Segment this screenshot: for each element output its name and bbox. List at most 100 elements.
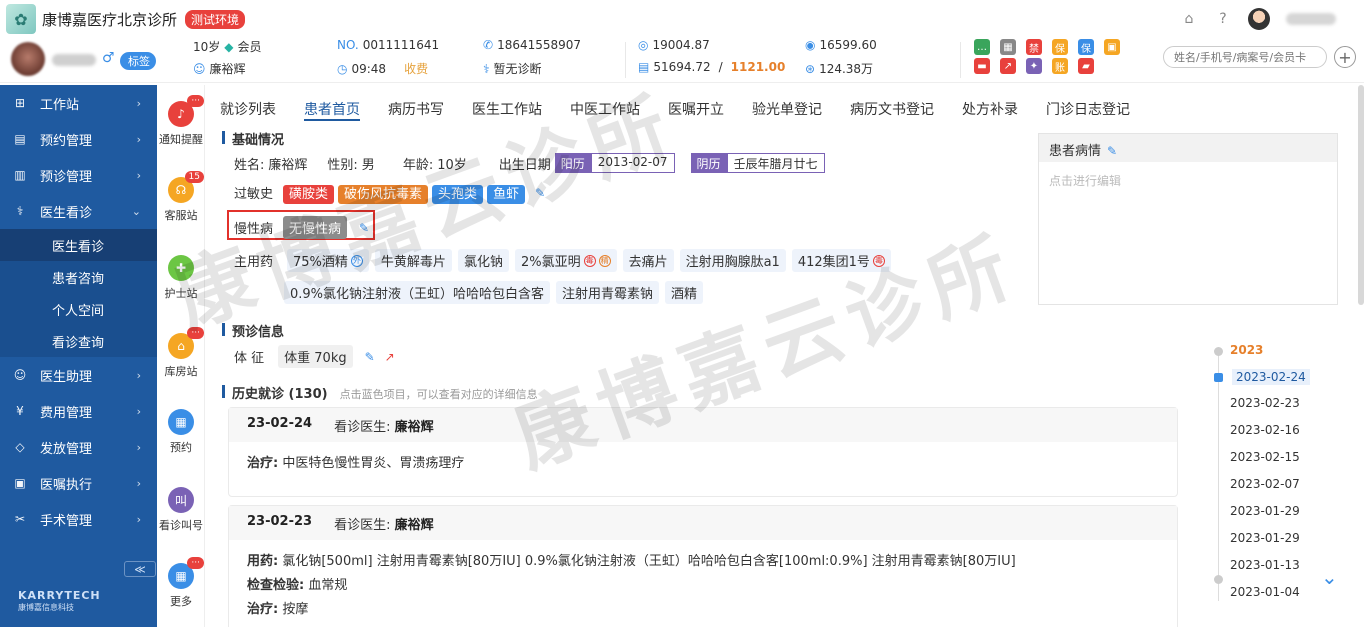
tool-2[interactable]: ✚ 护士站 bbox=[157, 255, 205, 301]
ban-icon[interactable]: 禁 bbox=[1026, 39, 1042, 55]
tab-9[interactable]: 门诊日志登记 bbox=[1032, 85, 1144, 127]
grid-icon[interactable]: ▦ bbox=[1000, 39, 1016, 55]
med-name: 酒精 bbox=[671, 287, 698, 302]
collapse-sidebar-button[interactable]: ≪ bbox=[124, 561, 156, 577]
chevron-down-icon[interactable]: ⌄ bbox=[1321, 565, 1338, 589]
clinic-logo-icon: ✿ bbox=[6, 4, 36, 34]
timeline-date[interactable]: 2023-02-16 bbox=[1230, 423, 1300, 437]
tool-5[interactable]: 叫看诊叫号 bbox=[157, 487, 205, 533]
tool-label: 库房站 bbox=[164, 365, 198, 378]
chart-icon[interactable]: ↗ bbox=[1000, 58, 1016, 74]
condition-editor[interactable]: 点击进行编辑 bbox=[1039, 162, 1337, 199]
visit-date: 23-02-23 bbox=[247, 514, 313, 529]
trend-chart-icon[interactable]: ↗ bbox=[385, 350, 395, 364]
quick-action-icons: … ▦ 禁保保 ▣ ▬ ↗ ✦ 账 ▰ bbox=[974, 39, 1122, 74]
weight-value: 体重 70kg bbox=[278, 345, 353, 368]
chevron-icon: › bbox=[136, 440, 141, 454]
tab-0[interactable]: 就诊列表 bbox=[206, 85, 290, 127]
sidebar-subitem[interactable]: 医生看诊 bbox=[0, 229, 157, 261]
tab-7[interactable]: 病历文书登记 bbox=[836, 85, 948, 127]
timeline-date[interactable]: 2023-01-13 bbox=[1230, 558, 1300, 572]
med-mark-icon: 精 bbox=[598, 254, 611, 267]
bill-icon[interactable]: 账 bbox=[1052, 58, 1068, 74]
chat-icon[interactable]: … bbox=[974, 39, 990, 55]
sidebar-item-b1[interactable]: ¥ 费用管理 › bbox=[0, 393, 157, 429]
timeline-date[interactable]: 2023-02-15 bbox=[1230, 450, 1300, 464]
order-icon: ▣ bbox=[14, 476, 26, 490]
visit-card[interactable]: 23-02-23 看诊医生: 廉裕辉 用药: 氯化钠[500ml] 注射用青霉素钠[… bbox=[228, 505, 1178, 627]
sidebar-item-1[interactable]: ▤ 预约管理 › bbox=[0, 121, 157, 157]
prediag-section-title: 预诊信息 bbox=[222, 321, 284, 340]
edit-allergy-icon[interactable]: ✎ bbox=[535, 186, 545, 200]
sidebar-subitem[interactable]: 个人空间 bbox=[0, 293, 157, 325]
timeline-dot bbox=[1214, 575, 1223, 584]
sidebar-item-2[interactable]: ▥ 预诊管理 › bbox=[0, 157, 157, 193]
tool-1[interactable]: ☊ 15 客服站 bbox=[157, 171, 205, 223]
tab-5[interactable]: 医嘱开立 bbox=[654, 85, 738, 127]
stethoscope-icon: ⚕ bbox=[483, 61, 490, 76]
med-tag: 75%酒精外 bbox=[287, 249, 369, 272]
med-tag: 412集团1号毒 bbox=[791, 249, 891, 272]
tab-6[interactable]: 验光单登记 bbox=[738, 85, 836, 127]
male-icon: ♂ bbox=[102, 50, 115, 66]
visit-line-value: 按摩 bbox=[278, 602, 309, 617]
timeline-date[interactable]: 2023-01-29 bbox=[1230, 504, 1300, 518]
user-avatar[interactable] bbox=[1248, 8, 1270, 30]
tool-icon: 叫 bbox=[168, 487, 194, 513]
diamond-icon: ◆ bbox=[224, 39, 234, 54]
page-scrollbar[interactable] bbox=[1358, 85, 1364, 305]
timeline-date[interactable]: 2023-02-23 bbox=[1230, 396, 1300, 410]
tool-label: 护士站 bbox=[164, 287, 198, 300]
timeline-year: 2023 bbox=[1230, 343, 1264, 357]
timeline-date[interactable]: 2023-01-29 bbox=[1230, 531, 1300, 545]
tool-3[interactable]: ⌂ ··· 库房站 bbox=[157, 327, 205, 379]
gift-icon[interactable]: ▣ bbox=[1104, 39, 1120, 55]
amount-1: ◉ 16599.60 bbox=[805, 38, 877, 52]
edit-chronic-icon[interactable]: ✎ bbox=[359, 221, 369, 235]
tool-6[interactable]: ▦ ··· 更多 bbox=[157, 557, 205, 609]
insure-icon[interactable]: 保 bbox=[1052, 39, 1068, 55]
tab-4[interactable]: 中医工作站 bbox=[556, 85, 654, 127]
user-name[interactable] bbox=[1286, 13, 1336, 25]
tag-button[interactable]: 标签 bbox=[120, 52, 156, 70]
visit-card[interactable]: 23-02-24 看诊医生: 廉裕辉 治疗: 中医特色慢性胃炎、胃溃疡理疗 bbox=[228, 407, 1178, 497]
tool-icon: ✚ bbox=[168, 255, 194, 281]
sidebar-subitem[interactable]: 看诊查询 bbox=[0, 325, 157, 357]
visit-line: 检查检验: 血常规 bbox=[247, 574, 1159, 598]
clipboard-icon: ▥ bbox=[14, 168, 26, 182]
visit-line: 用药: 氯化钠[500ml] 注射用青霉素钠[80万IU] 0.9%氯化钠注射液… bbox=[247, 550, 1159, 574]
edit-vitals-icon[interactable]: ✎ bbox=[365, 350, 375, 364]
card-icon[interactable]: ▬ bbox=[974, 58, 990, 74]
add-patient-button[interactable]: + bbox=[1334, 46, 1356, 68]
help-icon[interactable]: ? bbox=[1214, 10, 1232, 28]
sidebar-item-3[interactable]: ⚕ 医生看诊 ⌄ bbox=[0, 193, 157, 229]
timeline-date[interactable]: 2023-02-24 bbox=[1232, 369, 1310, 385]
shield-icon[interactable]: 保 bbox=[1078, 39, 1094, 55]
timeline-date[interactable]: 2023-02-07 bbox=[1230, 477, 1300, 491]
sidebar-item-0[interactable]: ⊞ 工作站 › bbox=[0, 85, 157, 121]
tool-0[interactable]: ♪ ··· 通知提醒 bbox=[157, 95, 205, 147]
tab-1[interactable]: 患者首页 bbox=[290, 85, 374, 127]
patient-name bbox=[52, 54, 96, 66]
sidebar-item-b2[interactable]: ◇ 发放管理 › bbox=[0, 429, 157, 465]
home-icon[interactable]: ⌂ bbox=[1180, 10, 1198, 28]
tab-8[interactable]: 处方补录 bbox=[948, 85, 1032, 127]
sidebar-item-b3[interactable]: ▣ 医嘱执行 › bbox=[0, 465, 157, 501]
edit-condition-icon[interactable]: ✎ bbox=[1107, 144, 1117, 158]
tab-2[interactable]: 病历书写 bbox=[374, 85, 458, 127]
bulb-icon[interactable]: ✦ bbox=[1026, 58, 1042, 74]
visit-line-key: 治疗: bbox=[247, 456, 279, 471]
sidebar-item-b4[interactable]: ✂ 手术管理 › bbox=[0, 501, 157, 537]
tool-4[interactable]: ▦ 预约 bbox=[157, 409, 205, 455]
patient-search-input[interactable] bbox=[1163, 46, 1327, 68]
sidebar-item-b0[interactable]: ☺ 医生助理 › bbox=[0, 357, 157, 393]
chronic-value: 无慢性病 bbox=[283, 216, 348, 239]
tab-3[interactable]: 医生工作站 bbox=[458, 85, 556, 127]
clinic-name: 康博嘉医疗北京诊所 bbox=[42, 10, 178, 29]
allergy-tag: 磺胺类 bbox=[283, 185, 335, 204]
sidebar-subitem[interactable]: 患者咨询 bbox=[0, 261, 157, 293]
tool-label: 通知提醒 bbox=[159, 133, 203, 146]
wallet-icon[interactable]: ▰ bbox=[1078, 58, 1094, 74]
timeline-date[interactable]: 2023-01-04 bbox=[1230, 585, 1300, 599]
doctor-name: 廉裕辉 bbox=[394, 420, 434, 435]
